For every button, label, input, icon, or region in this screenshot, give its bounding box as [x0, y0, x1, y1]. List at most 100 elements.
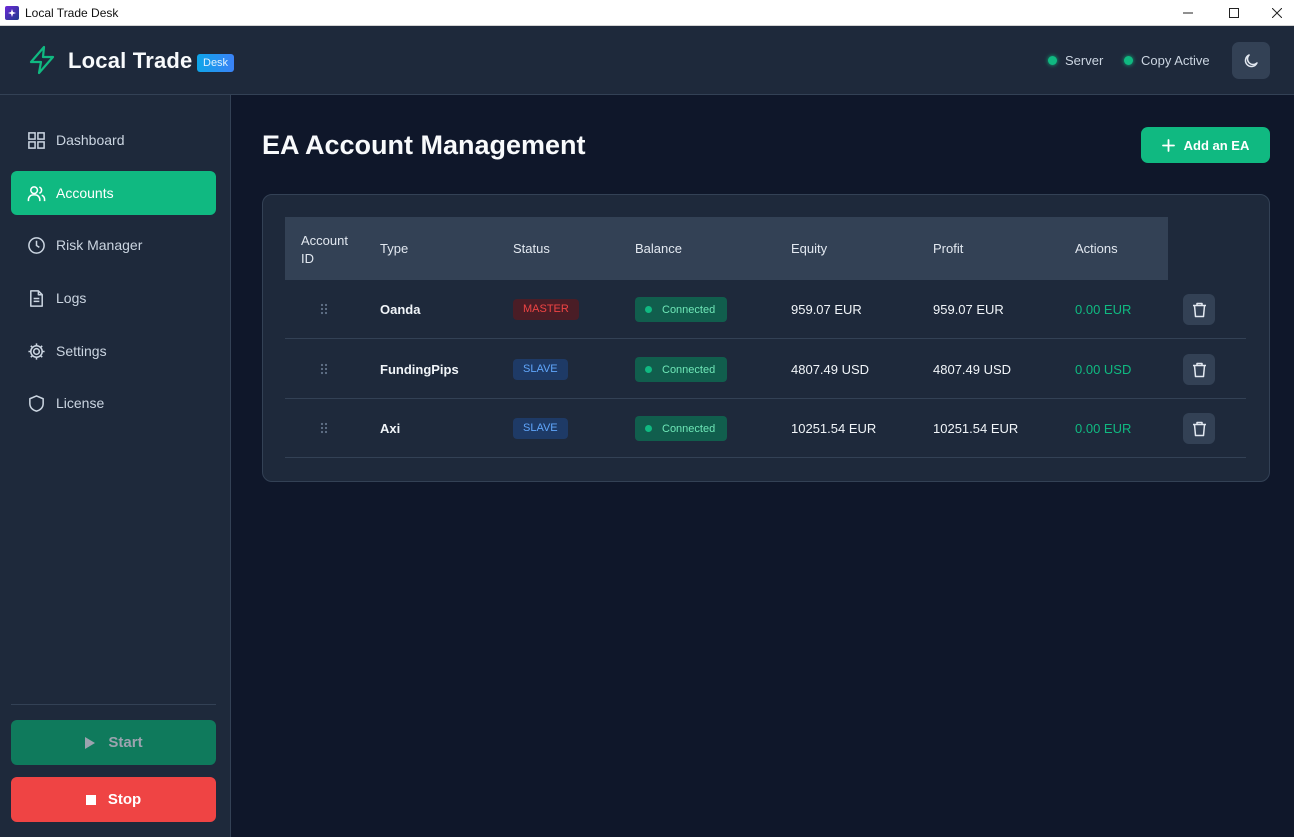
status-cell: Connected [635, 340, 728, 399]
status-label: Connected [662, 303, 716, 316]
delete-button[interactable] [1183, 413, 1215, 444]
maximize-icon [1229, 8, 1239, 18]
type-cell: MASTER [513, 280, 579, 339]
minimize-icon [1183, 12, 1193, 14]
play-icon [84, 736, 96, 750]
sidebar-item-label: Accounts [56, 185, 114, 201]
sidebar-item-label: License [56, 395, 105, 411]
clock-icon [26, 235, 46, 255]
delete-button[interactable] [1183, 294, 1215, 325]
status-badge: Connected [635, 416, 728, 441]
start-label: Start [108, 734, 143, 751]
balance-value: 10251.54 EUR [791, 421, 877, 436]
type-badge: MASTER [513, 299, 579, 320]
window-title: Local Trade Desk [25, 5, 119, 20]
account-name: FundingPips [380, 362, 459, 377]
sidebar-item-settings[interactable]: Settings [11, 329, 216, 373]
table-row: Oanda MASTER Connected 959.07 EUR 959.07… [285, 280, 1246, 339]
header-equity: Equity [791, 241, 828, 256]
close-icon [1272, 8, 1282, 18]
header-account-id-line1: Account [301, 233, 348, 248]
header-actions: Actions [1075, 241, 1118, 256]
page-title: EA Account Management [262, 130, 586, 160]
users-icon [26, 183, 46, 203]
shield-icon [26, 393, 46, 413]
lightning-logo-icon [29, 45, 55, 75]
status-badge: Connected [635, 357, 728, 382]
minimize-button[interactable] [1165, 0, 1211, 26]
status-dot [645, 425, 652, 432]
equity-value: 959.07 EUR [933, 302, 1004, 317]
balance-value: 959.07 EUR [791, 302, 862, 317]
table-row: Axi SLAVE Connected 10251.54 EUR 10251.5… [285, 399, 1246, 458]
server-status-label: Server [1065, 53, 1104, 68]
drag-handle-icon[interactable] [320, 303, 328, 315]
status-dot [645, 306, 652, 313]
trash-icon [1192, 362, 1206, 377]
account-name: Oanda [380, 302, 421, 317]
server-status-dot [1048, 56, 1057, 65]
type-cell: SLAVE [513, 399, 568, 458]
grid-icon [26, 130, 46, 150]
copy-status: Copy Active [1124, 53, 1210, 68]
header-account-id-line2: ID [301, 251, 314, 266]
status-cell: Connected [635, 280, 728, 339]
equity-value: 10251.54 EUR [933, 421, 1019, 436]
add-ea-button[interactable]: Add an EA [1141, 127, 1270, 163]
balance-value: 4807.49 USD [791, 362, 870, 377]
stop-icon [85, 794, 96, 805]
status-cell: Connected [635, 399, 728, 458]
table-row: FundingPips SLAVE Connected 4807.49 USD … [285, 340, 1246, 399]
profit-value: 0.00 USD [1075, 362, 1132, 377]
equity-value: 4807.49 USD [933, 362, 1012, 377]
start-button[interactable]: Start [11, 720, 216, 765]
profit-value: 0.00 EUR [1075, 302, 1132, 317]
profit-value: 0.00 EUR [1075, 421, 1132, 436]
app-icon [5, 5, 19, 20]
sidebar-item-label: Risk Manager [56, 237, 143, 253]
status-badge: Connected [635, 297, 728, 322]
sidebar-item-logs[interactable]: Logs [11, 276, 216, 320]
trash-icon [1192, 302, 1206, 317]
delete-button[interactable] [1183, 354, 1215, 385]
file-icon [26, 288, 46, 308]
sidebar-item-dashboard[interactable]: Dashboard [11, 118, 216, 162]
sidebar: Dashboard Accounts Risk Manager Logs Set… [0, 95, 231, 837]
window-titlebar: Local Trade Desk [0, 0, 1294, 26]
trash-icon [1192, 421, 1206, 436]
sidebar-item-risk-manager[interactable]: Risk Manager [11, 223, 216, 267]
sidebar-item-license[interactable]: License [11, 381, 216, 425]
server-status: Server [1048, 53, 1103, 68]
header-type: Type [380, 241, 409, 256]
drag-handle-icon[interactable] [320, 422, 328, 434]
header-account-id: Account ID [301, 232, 348, 268]
maximize-button[interactable] [1211, 0, 1257, 26]
sidebar-item-label: Settings [56, 343, 107, 359]
sidebar-item-accounts[interactable]: Accounts [11, 171, 216, 215]
status-label: Connected [662, 422, 716, 435]
close-button[interactable] [1254, 0, 1294, 26]
app-header: Local Trade Desk Server Copy Active [0, 26, 1294, 95]
header-status: Status [513, 241, 550, 256]
stop-label: Stop [107, 791, 142, 808]
brand-badge: Desk [197, 54, 235, 72]
brand-name: Local Trade [68, 48, 193, 73]
type-badge: SLAVE [513, 359, 568, 380]
header-balance: Balance [635, 241, 682, 256]
plus-icon [1161, 138, 1175, 152]
type-cell: SLAVE [513, 340, 568, 399]
table-header: Account ID Type Status Balance Equity Pr… [285, 217, 1168, 280]
status-label: Connected [662, 363, 716, 376]
theme-toggle-button[interactable] [1232, 42, 1270, 79]
stop-button[interactable]: Stop [11, 777, 216, 822]
sidebar-divider [11, 704, 216, 705]
moon-icon [1244, 53, 1258, 67]
sidebar-item-label: Dashboard [56, 132, 125, 148]
copy-status-dot [1124, 56, 1133, 65]
add-ea-label: Add an EA [1183, 137, 1250, 153]
drag-handle-icon[interactable] [320, 363, 328, 375]
status-dot [645, 366, 652, 373]
account-name: Axi [380, 421, 401, 436]
type-badge: SLAVE [513, 418, 568, 439]
copy-status-label: Copy Active [1141, 53, 1210, 68]
